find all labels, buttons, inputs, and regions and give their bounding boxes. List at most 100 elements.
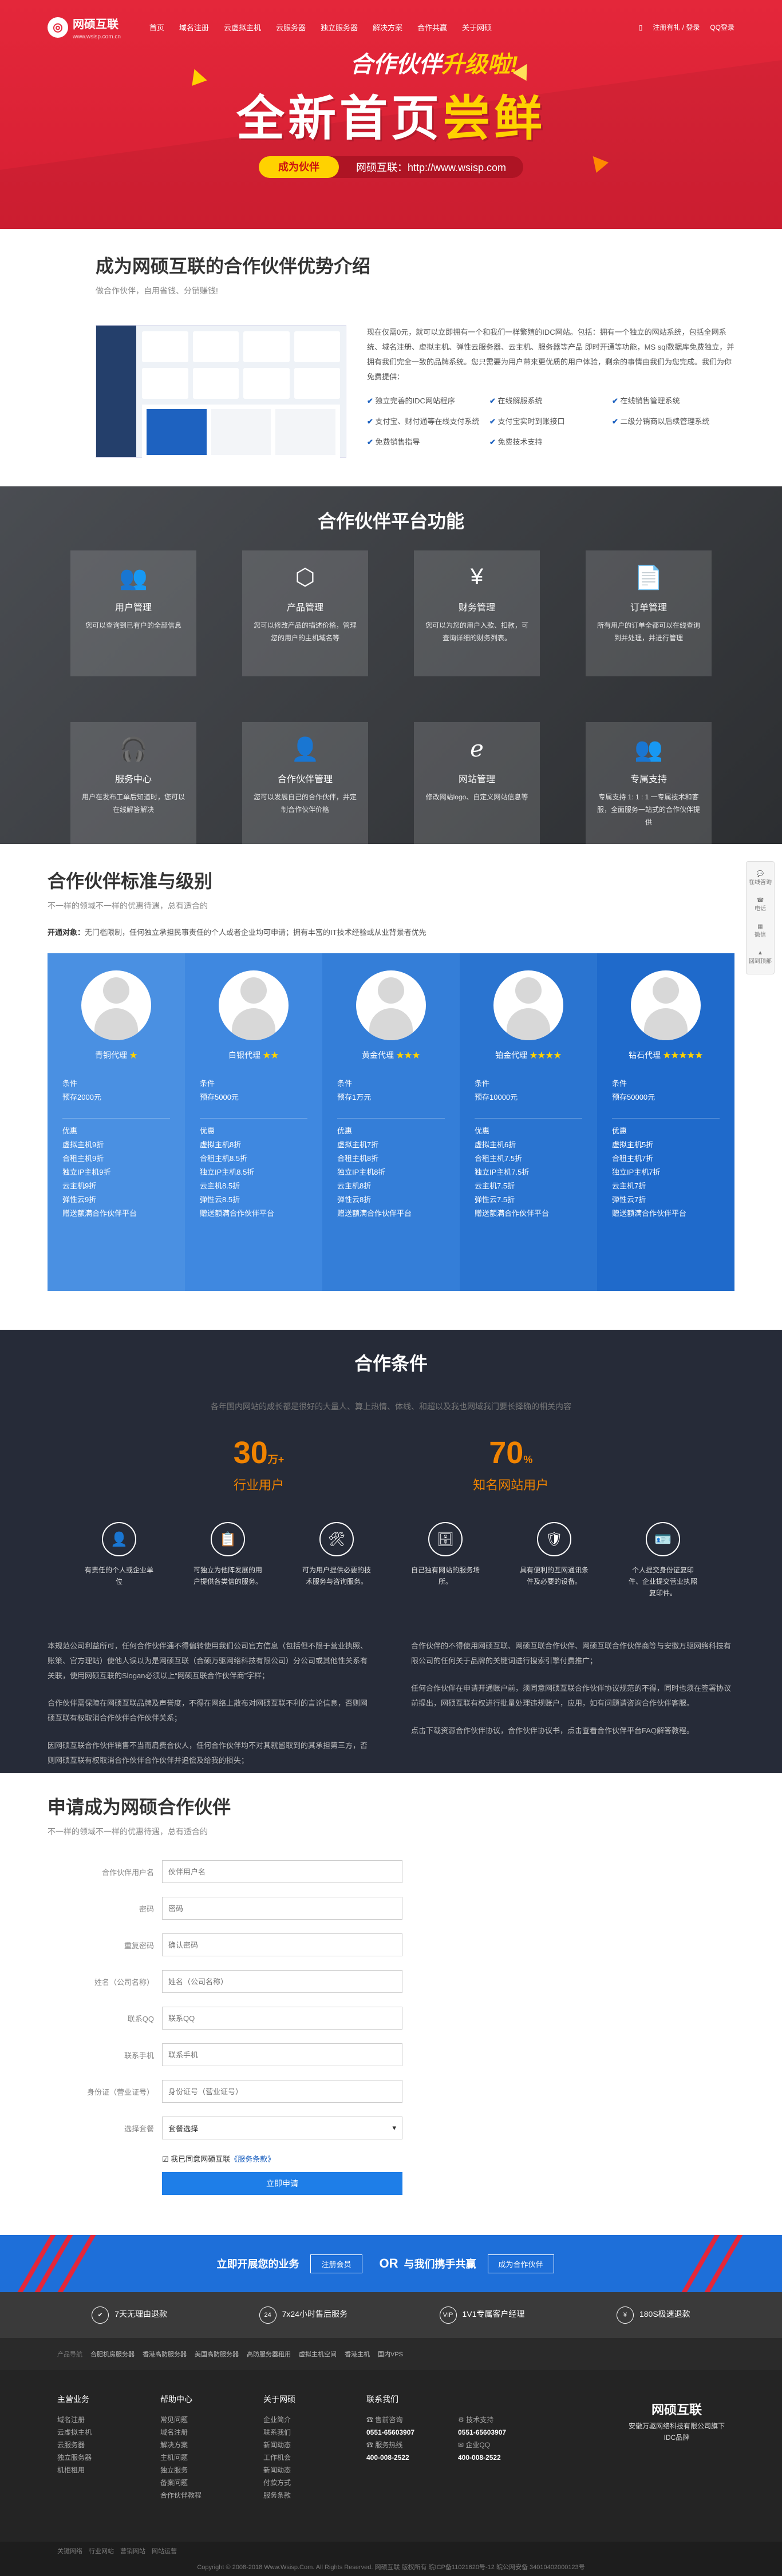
footer-link[interactable]: 香港主机	[345, 2349, 370, 2359]
footer-link[interactable]: 独立服务器	[57, 2451, 160, 2464]
register-button[interactable]: 注册会员	[310, 2254, 362, 2273]
bottom-link[interactable]: 营销网站	[120, 2548, 145, 2555]
field-label: 重复密码	[124, 1941, 154, 1950]
tier-perks-label: 优惠	[337, 1127, 353, 1135]
platform-card-desc: 专属支持 1: 1 : 1 一专属技术和客服，全面服务一站式的合作伙伴提供	[597, 793, 700, 826]
tier-perk: 云主机7.5折	[475, 1182, 515, 1190]
form-input[interactable]	[162, 1860, 402, 1883]
nav-vhost[interactable]: 云虚拟主机	[224, 22, 261, 33]
check-item: 在线解服系统	[489, 394, 612, 409]
footer-link[interactable]: 主机问题	[160, 2451, 263, 2464]
phone-icon[interactable]: ▯	[639, 23, 643, 31]
cta-banner: 立即开展您的业务 注册会员 OR 与我们携手共赢 成为合作伙伴	[0, 2235, 782, 2292]
condition-text: 自己独有网站的服务场所。	[410, 1566, 480, 1586]
headset-icon: ☎	[366, 2416, 376, 2424]
footer-link[interactable]: 联系我们	[263, 2426, 366, 2439]
support-icon: ⚙	[458, 2416, 467, 2424]
nav-cloud[interactable]: 云服务器	[276, 22, 306, 33]
footer-link[interactable]: 独立服务	[160, 2464, 263, 2476]
platform-card[interactable]: 👥 用户管理 您可以查询到已有户的全部信息	[70, 550, 196, 676]
footer-link[interactable]: 合作伙伴教程	[160, 2489, 263, 2502]
feature-text: 7x24小时售后服务	[282, 2309, 347, 2319]
tier-cond-label: 条件	[200, 1079, 215, 1088]
bottom-link[interactable]: 行业网站	[89, 2548, 114, 2555]
phone-tool-icon[interactable]: ☎ 电话	[747, 891, 774, 918]
tier-cond-value: 预存2000元	[62, 1093, 101, 1101]
tier-perk: 赠送额满合作伙伴平台	[200, 1209, 275, 1218]
terms-link[interactable]: 《服务条款》	[230, 2155, 275, 2163]
hero-pill[interactable]: 成为伙伴	[258, 156, 339, 178]
wechat-icon[interactable]: ▦ 微信	[747, 918, 774, 944]
footer-link[interactable]: 备案问题	[160, 2476, 263, 2489]
footer-link[interactable]: 高防服务器租用	[247, 2349, 291, 2359]
submit-button[interactable]: 立即申请	[162, 2172, 402, 2195]
tier-perk: 弹性云8.5折	[200, 1195, 240, 1204]
platform-card[interactable]: 👤 合作伙伴管理 您可以发展自己的合作伙伴，并定制合作伙伴价格	[242, 722, 368, 848]
support-icon: 👥	[634, 737, 663, 762]
footer-link[interactable]: 常见问题	[160, 2413, 263, 2426]
footer-link[interactable]: 云服务器	[57, 2439, 160, 2451]
footer-link[interactable]: 香港高防服务器	[143, 2349, 187, 2359]
footer-link[interactable]: 新闻动态	[263, 2439, 366, 2451]
tier-perk: 弹性云8折	[337, 1195, 372, 1204]
nav-solutions[interactable]: 解决方案	[373, 22, 402, 33]
footer-link[interactable]: 域名注册	[57, 2413, 160, 2426]
package-label: 选择套餐	[124, 2124, 154, 2133]
footer-link[interactable]: 新闻动态	[263, 2464, 366, 2476]
avatar	[81, 970, 151, 1040]
qq-login-link[interactable]: QQ登录	[710, 22, 734, 32]
condition-text: 具有便利的互网通讯条件及必要的设备。	[519, 1566, 589, 1586]
platform-card[interactable]: ℯ 网站管理 修改网站logo、自定义网站信息等	[414, 722, 540, 848]
nav-about[interactable]: 关于网硕	[462, 22, 492, 33]
levels-section: 合作伙伴标准与级别 不一样的领域不一样的优惠待遇，总有适合的 开通对象：无门槛限…	[48, 844, 775, 1291]
shield-icon: 🛡	[537, 1522, 571, 1556]
agree-checkbox[interactable]: ☑	[162, 2155, 169, 2163]
tier-perk: 弹性云7.5折	[475, 1195, 515, 1204]
package-select[interactable]: 套餐选择 ▾	[162, 2117, 402, 2139]
footer-link[interactable]: 解决方案	[160, 2439, 263, 2451]
platform-section: 合作伙伴平台功能 👥 用户管理 您可以查询到已有户的全部信息 ⬡ 产品管理 您可以修改产品…	[0, 486, 782, 848]
star-icon: ★★★★★	[662, 1051, 703, 1060]
nav-dedicated[interactable]: 独立服务器	[321, 22, 358, 33]
bottom-link[interactable]: 关键网络	[57, 2548, 82, 2555]
footer-link[interactable]: 美国高防服务器	[195, 2349, 239, 2359]
tier-perk: 虚拟主机5折	[612, 1140, 654, 1149]
chat-icon[interactable]: 💬 在线咨询	[747, 865, 774, 891]
conditions-title: 合作条件	[354, 1353, 428, 1374]
logo[interactable]: ◎ 网硕互联 www.wsisp.com.cn	[48, 15, 121, 40]
form-input[interactable]	[162, 2043, 402, 2066]
footer-link[interactable]: 国内VPS	[378, 2349, 403, 2359]
footer-link[interactable]: 域名注册	[160, 2426, 263, 2439]
nav-partner[interactable]: 合作共赢	[417, 22, 447, 33]
platform-card[interactable]: ¥ 财务管理 您可以为您的用户入款、扣款，可查询详细的财务列表。	[414, 550, 540, 676]
become-partner-button[interactable]: 成为合作伙伴	[487, 2254, 554, 2273]
footer-link[interactable]: 工作机会	[263, 2451, 366, 2464]
tier-perk: 虚拟主机6折	[475, 1140, 516, 1149]
form-input[interactable]	[162, 1933, 402, 1956]
back-top-icon[interactable]: ▲ 回到顶部	[747, 944, 774, 970]
footer-link[interactable]: 机柜租用	[57, 2464, 160, 2476]
form-input[interactable]	[162, 1970, 402, 1993]
platform-card[interactable]: ⬡ 产品管理 您可以修改产品的描述价格，管理您的用户的主机域名等	[242, 550, 368, 676]
platform-card[interactable]: 📄 订单管理 所有用户的订单全都可以在线查询到并处理，并进行管理	[586, 550, 712, 676]
login-link[interactable]: 注册有礼 / 登录	[653, 22, 700, 32]
platform-card[interactable]: 👥 专属支持 专属支持 1: 1 : 1 一专属技术和客服，全面服务一站式的合作伙伴…	[586, 722, 712, 848]
footer-column: 关于网硕 企业简介 联系我们 新闻动态 工作机会 新闻动态 付款方式 服务条款	[263, 2393, 366, 2542]
tier-condition: 条件 预存50000元	[612, 1077, 720, 1104]
footer-link[interactable]: 云虚拟主机	[57, 2426, 160, 2439]
footer-link[interactable]: 服务条款	[263, 2489, 366, 2502]
footer-link[interactable]: 企业简介	[263, 2413, 366, 2426]
nav-home[interactable]: 首页	[149, 22, 164, 33]
footer-link[interactable]: 合肥机房服务器	[90, 2349, 135, 2359]
form-input[interactable]	[162, 2007, 402, 2030]
form-input[interactable]	[162, 2080, 402, 2103]
tier-name: 黄金代理 ★★★	[362, 1051, 420, 1060]
platform-card[interactable]: 🎧 服务中心 用户在发布工单后知道时，您可以在线解答解决	[70, 722, 196, 848]
footer-link[interactable]: 付款方式	[263, 2476, 366, 2489]
headset-icon: 🎧	[119, 737, 148, 762]
bottom-link[interactable]: 网站运营	[152, 2548, 177, 2555]
form-input[interactable]	[162, 1897, 402, 1920]
nav-domain[interactable]: 域名注册	[179, 22, 209, 33]
footer-link[interactable]: 虚拟主机空间	[299, 2349, 337, 2359]
condition-item: 🗄 自己独有网站的服务场所。	[408, 1522, 483, 1599]
